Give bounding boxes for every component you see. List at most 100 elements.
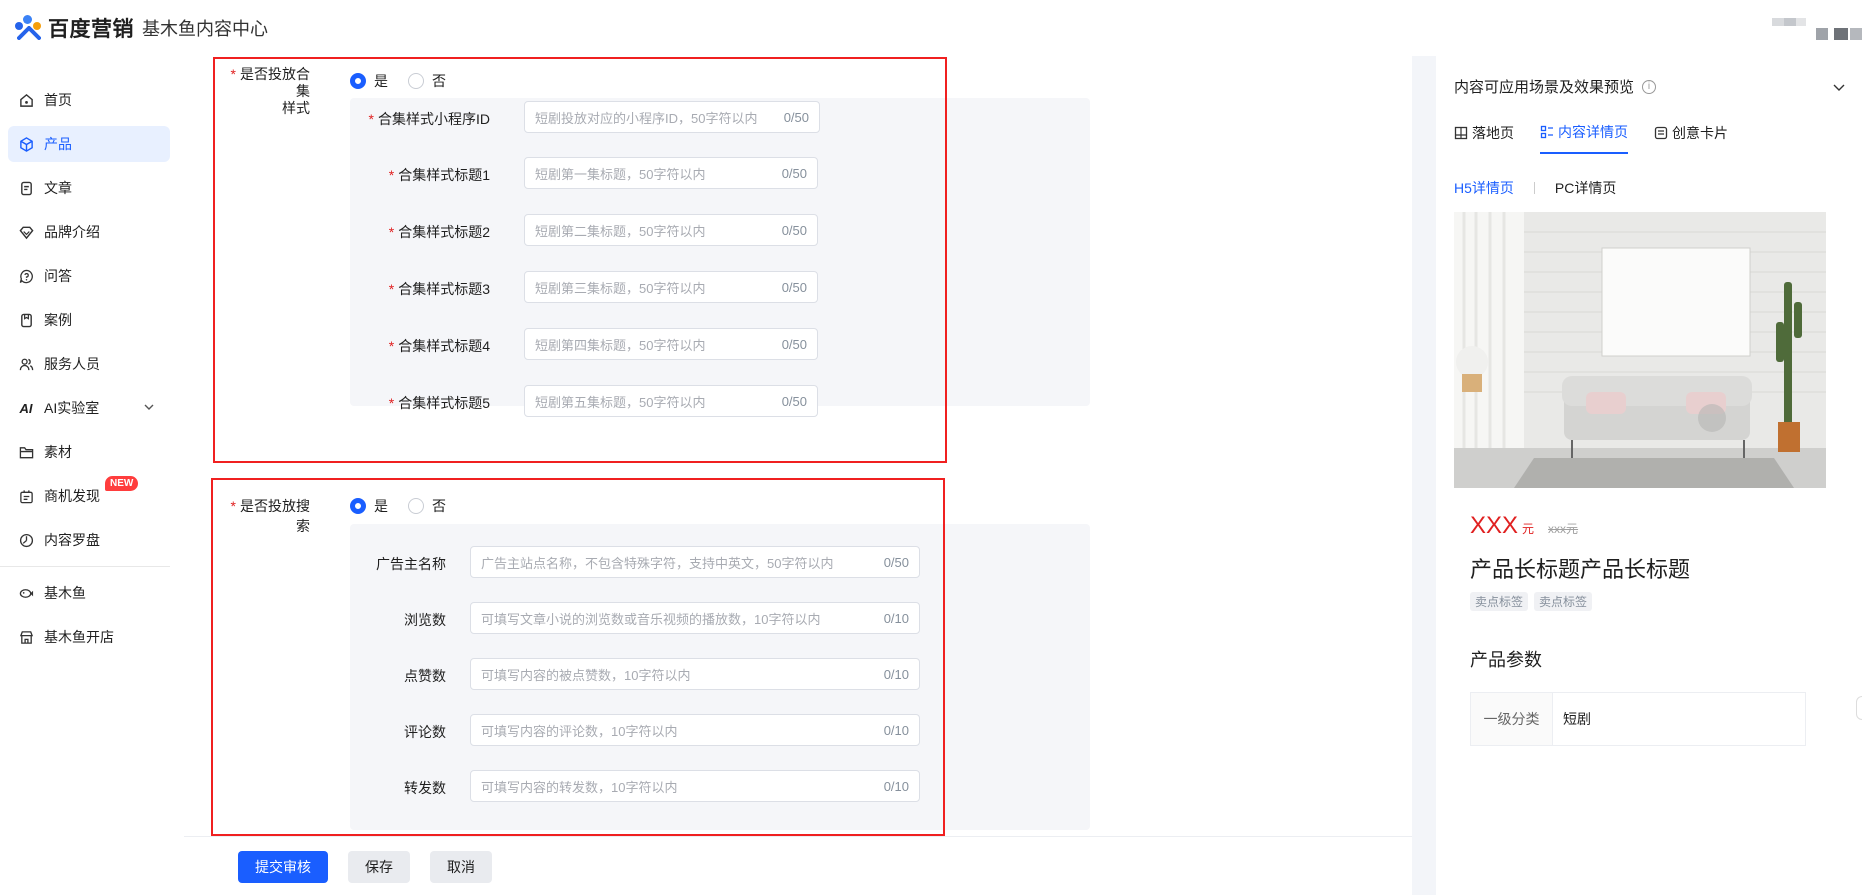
- baidu-marketing-logo-icon: [14, 14, 44, 42]
- brand-name: 百度营销: [48, 18, 134, 41]
- param-key: 一级分类: [1471, 693, 1553, 745]
- char-counter: 0/50: [781, 165, 807, 181]
- subtab-separator: [1533, 182, 1535, 194]
- char-counter: 0/10: [883, 722, 909, 738]
- collection-title-1-input[interactable]: 短剧第一集标题，50字符以内 0/50: [524, 157, 818, 189]
- chevron-down-icon[interactable]: [142, 400, 156, 414]
- main-form: * 是否投放合集 样式 是 否 * 合集样式小程序ID 短剧投放对应的小程序ID，50…: [184, 56, 1412, 895]
- shop-icon: [18, 629, 34, 645]
- price-row: XXX 元 xxx元: [1470, 512, 1578, 540]
- char-counter: 0/50: [781, 393, 807, 409]
- like-count-input[interactable]: 可填写内容的被点赞数，10字符以内 0/10: [470, 658, 920, 690]
- required-mark: *: [230, 498, 236, 514]
- price-unit: 元: [1522, 522, 1535, 536]
- preview-panel: 内容可应用场景及效果预览 i 落地页 内容详情页 创意卡片 H5详情页 PC详情…: [1436, 56, 1862, 895]
- field-label-title-3: * 合集样式标题3: [388, 281, 490, 297]
- share-count-input[interactable]: 可填写内容的转发数，10字符以内 0/10: [470, 770, 920, 802]
- char-counter: 0/50: [883, 554, 909, 570]
- sidebar-item-label: 案例: [44, 312, 72, 328]
- subtab-pc-detail[interactable]: PC详情页: [1555, 178, 1616, 198]
- original-price: xxx元: [1548, 522, 1579, 536]
- sidebar-item-staff[interactable]: 服务人员: [8, 346, 170, 382]
- collection-title-3-input[interactable]: 短剧第三集标题，50字符以内 0/50: [524, 271, 818, 303]
- sidebar-item-label: 商机发现: [44, 488, 100, 504]
- preview-title: 内容可应用场景及效果预览 i: [1454, 76, 1657, 97]
- tab-content-detail[interactable]: 内容详情页: [1540, 122, 1628, 154]
- char-counter: 0/50: [783, 109, 809, 125]
- char-counter: 0/10: [883, 610, 909, 626]
- field-label-share-count: 转发数: [404, 780, 446, 796]
- params-title: 产品参数: [1470, 650, 1542, 670]
- sidebar-item-jimuyu[interactable]: 基木鱼: [8, 575, 170, 611]
- app-subtitle: 基木鱼内容中心: [142, 19, 268, 39]
- sidebar-item-label: 服务人员: [44, 356, 100, 372]
- radio-unchecked-icon: [408, 73, 424, 89]
- cancel-button[interactable]: 取消: [430, 851, 492, 883]
- field-label-title-5: * 合集样式标题5: [388, 395, 490, 411]
- case-icon: [18, 312, 34, 328]
- subtab-h5-detail[interactable]: H5详情页: [1454, 178, 1514, 198]
- char-counter: 0/50: [781, 279, 807, 295]
- sidebar-item-label: 产品: [44, 136, 72, 152]
- char-counter: 0/50: [781, 336, 807, 352]
- field-label-title-4: * 合集样式标题4: [388, 338, 490, 354]
- sidebar-item-brand[interactable]: 品牌介绍: [8, 214, 170, 250]
- product-title: 产品长标题产品长标题: [1470, 557, 1691, 582]
- document-icon: [18, 180, 34, 196]
- required-mark: *: [230, 66, 236, 82]
- card-icon: [1654, 126, 1668, 140]
- sidebar-item-label: 基木鱼: [44, 585, 86, 601]
- info-icon[interactable]: i: [1642, 79, 1657, 94]
- selling-point-tag: 卖点标签: [1534, 592, 1593, 611]
- field-label-view-count: 浏览数: [404, 612, 446, 628]
- sidebar-item-case[interactable]: 案例: [8, 302, 170, 338]
- view-count-input[interactable]: 可填写文章小说的浏览数或音乐视频的播放数，10字符以内 0/10: [470, 602, 920, 634]
- new-badge: NEW: [105, 476, 139, 491]
- selling-point-tag: 卖点标签: [1470, 592, 1529, 611]
- char-counter: 0/50: [781, 222, 807, 238]
- collection-title-4-input[interactable]: 短剧第四集标题，50字符以内 0/50: [524, 328, 818, 360]
- top-header: 百度营销 基木鱼内容中心: [0, 0, 1862, 56]
- home-icon: [18, 92, 34, 108]
- field-label-comment-count: 评论数: [404, 724, 446, 740]
- sidebar-item-label: 基木鱼开店: [44, 629, 114, 645]
- sidebar-item-ai-lab[interactable]: AI AI实验室: [8, 390, 170, 426]
- advertiser-name-input[interactable]: 广告主站点名称，不包含特殊字符，支持中英文，50字符以内 0/50: [470, 546, 920, 578]
- sidebar-item-opportunity[interactable]: 商机发现 NEW: [8, 476, 170, 514]
- sidebar-item-qa[interactable]: 问答: [8, 258, 170, 294]
- char-counter: 0/10: [883, 778, 909, 794]
- param-value: 短剧: [1563, 711, 1591, 727]
- chevron-down-icon[interactable]: [1832, 80, 1846, 94]
- sidebar-item-material[interactable]: 素材: [8, 434, 170, 470]
- search-delivery-no-radio[interactable]: 否: [408, 496, 446, 516]
- sidebar-item-compass[interactable]: 内容罗盘: [8, 522, 170, 558]
- sidebar-item-jimuyu-shop[interactable]: 基木鱼开店: [8, 619, 170, 655]
- compass-icon: [18, 532, 34, 548]
- footer-bar: 提交审核 保存 取消: [184, 836, 1412, 895]
- layout-icon: [1540, 125, 1553, 139]
- sidebar-item-product[interactable]: 产品: [8, 126, 170, 162]
- submit-review-button[interactable]: 提交审核: [238, 851, 328, 883]
- people-icon: [18, 356, 34, 372]
- collection-style-yes-radio[interactable]: 是: [350, 71, 388, 91]
- save-button[interactable]: 保存: [348, 851, 410, 883]
- collection-style-no-radio[interactable]: 否: [408, 71, 446, 91]
- sidebar-item-article[interactable]: 文章: [8, 170, 170, 206]
- miniprogram-id-input[interactable]: 短剧投放对应的小程序ID，50字符以内 0/50: [524, 101, 820, 133]
- search-delivery-yes-radio[interactable]: 是: [350, 496, 388, 516]
- collection-style-label: * 是否投放合集 样式: [230, 66, 310, 116]
- field-label-miniprogram-id: * 合集样式小程序ID: [368, 111, 490, 127]
- sidebar-item-label: AI实验室: [44, 400, 100, 416]
- comment-count-input[interactable]: 可填写内容的评论数，10字符以内 0/10: [470, 714, 920, 746]
- collection-title-5-input[interactable]: 短剧第五集标题，50字符以内 0/50: [524, 385, 818, 417]
- user-avatar[interactable]: [1772, 18, 1862, 40]
- collection-title-2-input[interactable]: 短剧第二集标题，50字符以内 0/50: [524, 214, 818, 246]
- ai-icon: AI: [19, 400, 33, 416]
- scroll-handle[interactable]: [1856, 696, 1862, 720]
- sidebar-item-home[interactable]: 首页: [8, 82, 170, 118]
- tab-creative-card[interactable]: 创意卡片: [1654, 122, 1728, 154]
- field-label-advertiser-name: 广告主名称: [376, 556, 446, 572]
- sidebar-item-label: 内容罗盘: [44, 532, 100, 548]
- tab-landing-page[interactable]: 落地页: [1454, 122, 1514, 154]
- price-value: XXX: [1470, 512, 1519, 539]
